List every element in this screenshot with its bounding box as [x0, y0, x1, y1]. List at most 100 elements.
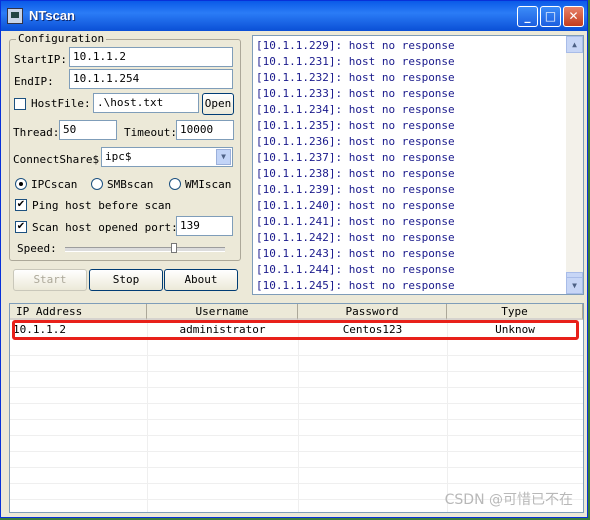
connectshare-value: ipc$ [105, 150, 132, 163]
smbscan-radio[interactable] [91, 178, 103, 190]
log-message: host no response [348, 151, 455, 164]
empty-row [10, 356, 583, 372]
empty-row [10, 436, 583, 452]
ping-checkbox[interactable]: ✔ [15, 199, 27, 211]
log-line: [10.1.1.244]: host no response [256, 262, 566, 278]
scan-log[interactable]: [10.1.1.229]: host no response [10.1.1.23… [252, 35, 584, 295]
chevron-down-icon[interactable]: ▼ [216, 149, 231, 165]
connectshare-select[interactable]: ipc$ ▼ [101, 147, 233, 167]
port-input[interactable]: 139 [176, 216, 233, 236]
app-icon [7, 8, 23, 24]
ipcscan-radio[interactable] [15, 178, 27, 190]
speed-slider-track[interactable] [65, 247, 225, 252]
column-header-username[interactable]: Username [147, 304, 298, 320]
maximize-button[interactable]: □ [540, 6, 561, 27]
log-ip: [10.1.1.236]: [256, 135, 343, 148]
log-ip: [10.1.1.240]: [256, 199, 343, 212]
log-message: host no response [348, 39, 455, 52]
log-line: [10.1.1.240]: host no response [256, 198, 566, 214]
wmiscan-label: WMIscan [185, 178, 232, 191]
speed-slider-thumb[interactable] [170, 243, 177, 253]
scan-log-lines: [10.1.1.229]: host no response [10.1.1.23… [256, 38, 566, 294]
log-message: host no response [348, 119, 455, 132]
log-line: [10.1.1.245]: host no response [256, 278, 566, 294]
log-message: host no response [348, 263, 455, 276]
log-line: [10.1.1.243]: host no response [256, 246, 566, 262]
log-line: [10.1.1.233]: host no response [256, 86, 566, 102]
log-ip: [10.1.1.237]: [256, 151, 343, 164]
minimize-button[interactable]: _ [517, 6, 538, 27]
empty-row [10, 372, 583, 388]
timeout-label: Timeout: [124, 126, 177, 139]
speed-label: Speed: [17, 242, 57, 255]
title-bar[interactable]: NTscan _ □ ✕ [1, 1, 587, 31]
log-ip: [10.1.1.238]: [256, 167, 343, 180]
log-line: [10.1.1.232]: host no response [256, 70, 566, 86]
about-button[interactable]: About [164, 269, 238, 291]
log-line: [10.1.1.238]: host no response [256, 166, 566, 182]
wmiscan-radio[interactable] [169, 178, 181, 190]
empty-row [10, 452, 583, 468]
connectshare-label: ConnectShare$: [13, 153, 106, 166]
log-message: host no response [348, 167, 455, 180]
end-ip-input[interactable]: 10.1.1.254 [69, 69, 233, 89]
timeout-input[interactable]: 10000 [176, 120, 234, 140]
log-message: host no response [348, 215, 455, 228]
thread-label: Thread: [13, 126, 60, 139]
smbscan-label: SMBscan [107, 178, 154, 191]
log-ip: [10.1.1.232]: [256, 71, 343, 84]
scroll-down-icon[interactable]: ▼ [566, 277, 583, 294]
log-message: host no response [348, 103, 455, 116]
start-button[interactable]: Start [13, 269, 87, 291]
watermark: CSDN @可惜已不在 [444, 492, 573, 508]
column-header-ip[interactable]: IP Address [10, 304, 147, 320]
hostfile-input[interactable]: .\host.txt [93, 93, 199, 113]
minimize-icon: _ [524, 9, 531, 23]
ping-label: Ping host before scan [32, 199, 172, 212]
maximize-icon: □ [544, 9, 557, 23]
column-header-password[interactable]: Password [298, 304, 447, 320]
log-ip: [10.1.1.243]: [256, 247, 343, 260]
hostfile-checkbox[interactable] [14, 98, 26, 110]
end-ip-label: EndIP: [14, 75, 54, 88]
log-message: host no response [348, 87, 455, 100]
log-line: [10.1.1.239]: host no response [256, 182, 566, 198]
configuration-legend: Configuration [16, 32, 107, 45]
log-message: host no response [348, 71, 455, 84]
log-ip: [10.1.1.244]: [256, 263, 343, 276]
log-ip: [10.1.1.231]: [256, 55, 343, 68]
log-message: host no response [348, 199, 455, 212]
scan-port-checkbox[interactable]: ✔ [15, 221, 27, 233]
log-line: [10.1.1.231]: host no response [256, 54, 566, 70]
log-ip: [10.1.1.241]: [256, 215, 343, 228]
log-ip: [10.1.1.234]: [256, 103, 343, 116]
log-message: host no response [348, 135, 455, 148]
empty-row [10, 420, 583, 436]
log-line: [10.1.1.237]: host no response [256, 150, 566, 166]
hostfile-label: HostFile: [31, 97, 91, 110]
log-ip: [10.1.1.233]: [256, 87, 343, 100]
window-title: NTscan [29, 8, 75, 23]
open-button[interactable]: Open [202, 93, 234, 115]
scroll-up-icon[interactable]: ▲ [566, 36, 583, 53]
log-line: [10.1.1.234]: host no response [256, 102, 566, 118]
log-ip: [10.1.1.239]: [256, 183, 343, 196]
close-button[interactable]: ✕ [563, 6, 584, 27]
stop-button[interactable]: Stop [89, 269, 163, 291]
log-scrollbar[interactable]: ▲ ▼ [566, 36, 583, 294]
log-message: host no response [348, 183, 455, 196]
log-message: host no response [348, 55, 455, 68]
log-line: [10.1.1.242]: host no response [256, 230, 566, 246]
log-line: [10.1.1.229]: host no response [256, 38, 566, 54]
log-ip: [10.1.1.235]: [256, 119, 343, 132]
ntscan-window: NTscan _ □ ✕ Configuration StartIP: 10.1… [0, 0, 588, 518]
log-message: host no response [348, 247, 455, 260]
start-ip-input[interactable]: 10.1.1.2 [69, 47, 233, 67]
thread-input[interactable]: 50 [59, 120, 117, 140]
column-header-type[interactable]: Type [447, 304, 583, 320]
log-message: host no response [348, 279, 455, 292]
empty-row [10, 404, 583, 420]
log-line: [10.1.1.236]: host no response [256, 134, 566, 150]
start-ip-label: StartIP: [14, 53, 67, 66]
log-line: [10.1.1.235]: host no response [256, 118, 566, 134]
